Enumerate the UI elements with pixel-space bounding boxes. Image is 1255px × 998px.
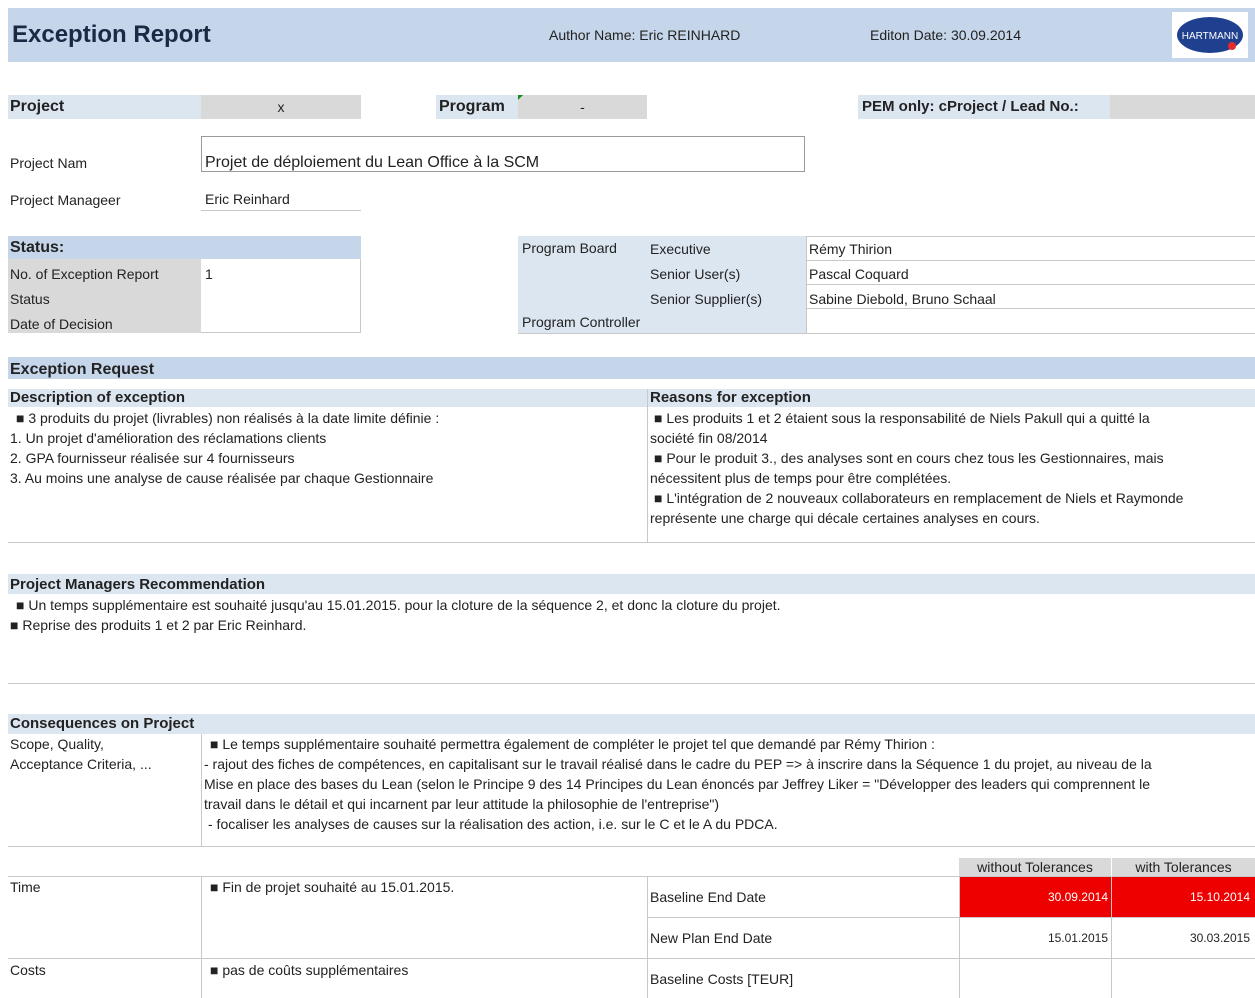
program-value: - xyxy=(580,99,585,115)
project-name-value: Projet de déploiement du Lean Office à l… xyxy=(205,154,540,171)
program-controller-label: Program Controller xyxy=(522,314,641,330)
project-value: x xyxy=(277,99,285,115)
description-title: Description of exception xyxy=(10,389,186,406)
status-row-label: Date of Decision xyxy=(10,316,113,332)
board-role: Executive xyxy=(650,241,711,257)
status-value-column xyxy=(201,259,361,333)
costs-label: Costs xyxy=(10,962,46,978)
scope-label: Scope, Quality, Acceptance Criteria, ... xyxy=(10,736,152,772)
pem-label: PEM only: cProject / Lead No.: xyxy=(862,98,1079,115)
new-plan-end-label: New Plan End Date xyxy=(650,930,773,946)
status-row-label: Status xyxy=(10,291,50,307)
exception-request-header xyxy=(8,357,1255,379)
time-label: Time xyxy=(10,879,41,895)
recommendation-text: ■ Un temps supplémentaire est souhaité j… xyxy=(10,597,781,633)
logo-text: HARTMANN xyxy=(1182,31,1238,42)
hartmann-logo: HARTMANN xyxy=(1172,12,1248,58)
without-tolerances-label: without Tolerances xyxy=(977,859,1093,875)
costs-text: ■ pas de coûts supplémentaires xyxy=(210,962,409,978)
reasons-title: Reasons for exception xyxy=(650,389,811,406)
baseline-end-label: Baseline End Date xyxy=(650,889,766,905)
description-text: ■ 3 produits du projet (livrables) non r… xyxy=(10,410,440,486)
baseline-end-without: 30.09.2014 xyxy=(1047,890,1108,904)
consequences-title: Consequences on Project xyxy=(10,715,195,732)
program-label: Program xyxy=(439,98,505,115)
time-text: ■ Fin de projet souhaité au 15.01.2015. xyxy=(210,879,455,895)
project-name-label: Project Nam xyxy=(10,155,88,171)
edition-date: Editon Date: 30.09.2014 xyxy=(870,27,1022,43)
baseline-costs-label: Baseline Costs [TEUR] xyxy=(650,971,794,987)
project-manager-label: Project Manageer xyxy=(10,192,121,208)
status-row-label: No. of Exception Report xyxy=(10,266,159,282)
author-name: Author Name: Eric REINHARD xyxy=(549,27,741,43)
reasons-text: ■ Les produits 1 et 2 étaient sous la re… xyxy=(650,410,1184,526)
pem-value-cell xyxy=(1110,95,1255,119)
consequences-header xyxy=(8,714,1255,734)
program-board-label: Program Board xyxy=(522,240,617,256)
project-manager-value: Eric Reinhard xyxy=(205,191,290,207)
new-plan-end-with: 30.03.2015 xyxy=(1189,931,1250,945)
board-member: Sabine Diebold, Bruno Schaal xyxy=(809,291,996,307)
scope-text: ■ Le temps supplémentaire souhaité perme… xyxy=(204,736,1152,832)
report-title: Exception Report xyxy=(12,21,211,48)
baseline-end-with: 15.10.2014 xyxy=(1189,890,1250,904)
status-row-value: 1 xyxy=(205,266,213,282)
board-role: Senior User(s) xyxy=(650,266,741,282)
project-label: Project xyxy=(10,98,65,115)
exception-request-title: Exception Request xyxy=(10,361,155,378)
board-member: Pascal Coquard xyxy=(809,266,909,282)
board-member: Rémy Thirion xyxy=(809,241,892,257)
new-plan-end-without: 15.01.2015 xyxy=(1047,931,1108,945)
board-role: Senior Supplier(s) xyxy=(650,291,763,307)
recommendation-title: Project Managers Recommendation xyxy=(10,576,266,593)
status-title: Status: xyxy=(10,239,65,256)
manager-underline xyxy=(201,210,361,211)
with-tolerances-label: with Tolerances xyxy=(1135,859,1232,875)
